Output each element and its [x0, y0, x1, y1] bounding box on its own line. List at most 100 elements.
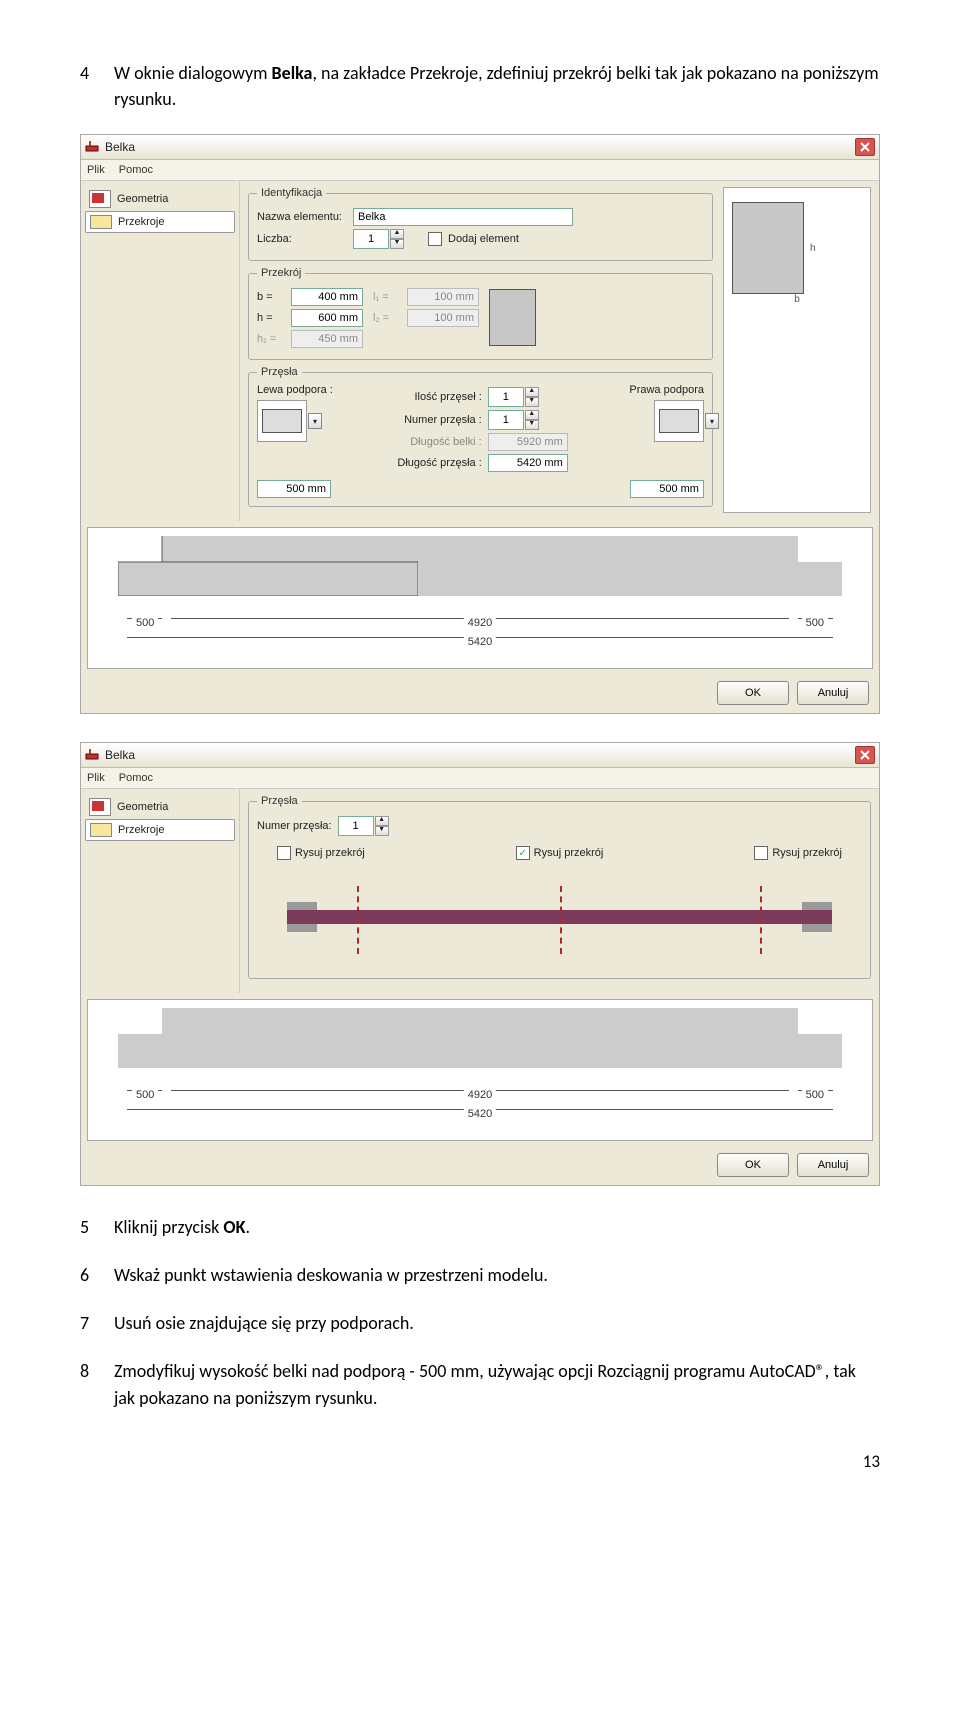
cross-section-preview — [732, 202, 804, 294]
label-span-length: Długość przęsła : — [392, 457, 482, 469]
step-text: Wskaż punkt wstawienia deskowania w prze… — [114, 1262, 548, 1288]
dropdown-arrow-icon[interactable]: ▾ — [308, 413, 322, 429]
menu-plik[interactable]: Plik — [87, 164, 105, 176]
step-text: Kliknij przycisk OK. — [114, 1214, 250, 1240]
ok-button[interactable]: OK — [717, 681, 789, 705]
section-icon — [90, 823, 112, 837]
input-span-length[interactable] — [488, 454, 568, 472]
dim-500-left: 500 — [132, 617, 158, 629]
checkbox-draw-section-3[interactable] — [754, 846, 768, 860]
sidebar-item-geometria[interactable]: Geometria — [85, 187, 235, 211]
input-l2 — [407, 309, 479, 327]
geometry-icon — [89, 190, 111, 208]
sidebar-item-przekroje[interactable]: Przekroje — [85, 819, 235, 841]
dim-5420: 5420 — [464, 1108, 496, 1120]
label-span-number: Numer przęsła: — [257, 820, 332, 832]
left-support-icon[interactable]: ▾ — [257, 400, 307, 442]
beam-sections-preview — [287, 880, 832, 960]
label-b: b = — [257, 291, 285, 303]
label-beam-length: Długość belki : — [392, 436, 482, 448]
dim-500-left: 500 — [132, 1089, 158, 1101]
dim-h: h — [810, 243, 816, 254]
geometry-icon — [89, 798, 111, 816]
input-h[interactable] — [291, 309, 363, 327]
group-legend: Identyfikacja — [257, 187, 326, 199]
spinner-span-number[interactable]: ▲▼ — [338, 816, 389, 836]
window-title: Belka — [105, 748, 135, 762]
input-left-support[interactable] — [257, 480, 331, 498]
label-h1: h₁ = — [257, 333, 285, 345]
step-text: Usuń osie znajdujące się przy podporach. — [114, 1310, 414, 1336]
cancel-button[interactable]: Anuluj — [797, 1153, 869, 1177]
step-number: 6 — [80, 1262, 114, 1288]
label-l2: l₂ = — [373, 312, 401, 324]
sidebar-label: Geometria — [117, 193, 168, 205]
sidebar-item-przekroje[interactable]: Przekroje — [85, 211, 235, 233]
sidebar-label: Przekroje — [118, 824, 164, 836]
menu-plik[interactable]: Plik — [87, 772, 105, 784]
label-span-count: Ilość przęseł : — [392, 391, 482, 403]
checkbox-label: Rysuj przekrój — [772, 847, 842, 859]
app-icon — [85, 140, 99, 154]
spinner-input[interactable] — [488, 387, 524, 407]
page-number: 13 — [80, 1451, 880, 1472]
label-count: Liczba: — [257, 233, 347, 245]
close-button[interactable] — [855, 746, 875, 764]
beam-elevation-drawing: 500 4920 500 5420 — [87, 999, 873, 1141]
cancel-button[interactable]: Anuluj — [797, 681, 869, 705]
step-text: W oknie dialogowym Belka, na zakładce Pr… — [114, 60, 880, 112]
spinner-count[interactable]: ▲▼ — [353, 229, 404, 249]
step-text: Zmodyfikuj wysokość belki nad podporą - … — [114, 1358, 880, 1410]
dim-b: b — [732, 294, 862, 305]
spin-down-icon[interactable]: ▼ — [390, 239, 404, 249]
dim-500-right: 500 — [802, 617, 828, 629]
step-number: 4 — [80, 60, 114, 112]
spin-down-icon[interactable]: ▼ — [375, 826, 389, 836]
dialog-belka-1: Belka Plik Pomoc Geometria Przekroje — [80, 134, 880, 714]
dim-4920: 4920 — [464, 617, 496, 629]
spin-up-icon[interactable]: ▲ — [525, 387, 539, 397]
spinner-span-count[interactable]: ▲▼ — [488, 387, 539, 407]
right-support-icon[interactable]: ▾ — [654, 400, 704, 442]
spin-up-icon[interactable]: ▲ — [390, 229, 404, 239]
spin-down-icon[interactable]: ▼ — [525, 397, 539, 407]
titlebar: Belka — [81, 135, 879, 160]
checkbox-draw-section-2[interactable] — [516, 846, 530, 860]
spin-up-icon[interactable]: ▲ — [375, 816, 389, 826]
menubar: Plik Pomoc — [81, 768, 879, 789]
checkbox-add-element[interactable] — [428, 232, 442, 246]
sidebar: Geometria Przekroje — [81, 181, 240, 521]
input-b[interactable] — [291, 288, 363, 306]
menu-pomoc[interactable]: Pomoc — [119, 772, 153, 784]
spin-down-icon[interactable]: ▼ — [525, 420, 539, 430]
group-legend: Przęsła — [257, 795, 302, 807]
spinner-input[interactable] — [488, 410, 524, 430]
checkbox-draw-section-1[interactable] — [277, 846, 291, 860]
input-l1 — [407, 288, 479, 306]
sidebar-label: Geometria — [117, 801, 168, 813]
spin-up-icon[interactable]: ▲ — [525, 410, 539, 420]
input-right-support[interactable] — [630, 480, 704, 498]
dialog-belka-2: Belka Plik Pomoc Geometria Przekroje Prz… — [80, 742, 880, 1186]
dropdown-arrow-icon[interactable]: ▾ — [705, 413, 719, 429]
window-title: Belka — [105, 140, 135, 154]
step-number: 8 — [80, 1358, 114, 1410]
label-span-number: Numer przęsła : — [392, 414, 482, 426]
spinner-input[interactable] — [353, 229, 389, 249]
input-h1 — [291, 330, 363, 348]
section-icon — [90, 215, 112, 229]
input-name[interactable] — [353, 208, 573, 226]
dim-5420: 5420 — [464, 636, 496, 648]
menubar: Plik Pomoc — [81, 160, 879, 181]
app-icon — [85, 748, 99, 762]
menu-pomoc[interactable]: Pomoc — [119, 164, 153, 176]
label-left-support: Lewa podpora : — [257, 384, 384, 396]
close-button[interactable] — [855, 138, 875, 156]
spinner-input[interactable] — [338, 816, 374, 836]
sidebar-item-geometria[interactable]: Geometria — [85, 795, 235, 819]
group-spans: Przęsła Lewa podpora : ▾ — [248, 366, 713, 507]
checkbox-label: Rysuj przekrój — [295, 847, 365, 859]
spinner-span-number[interactable]: ▲▼ — [488, 410, 539, 430]
beam-elevation-drawing: 500 4920 500 5420 — [87, 527, 873, 669]
ok-button[interactable]: OK — [717, 1153, 789, 1177]
